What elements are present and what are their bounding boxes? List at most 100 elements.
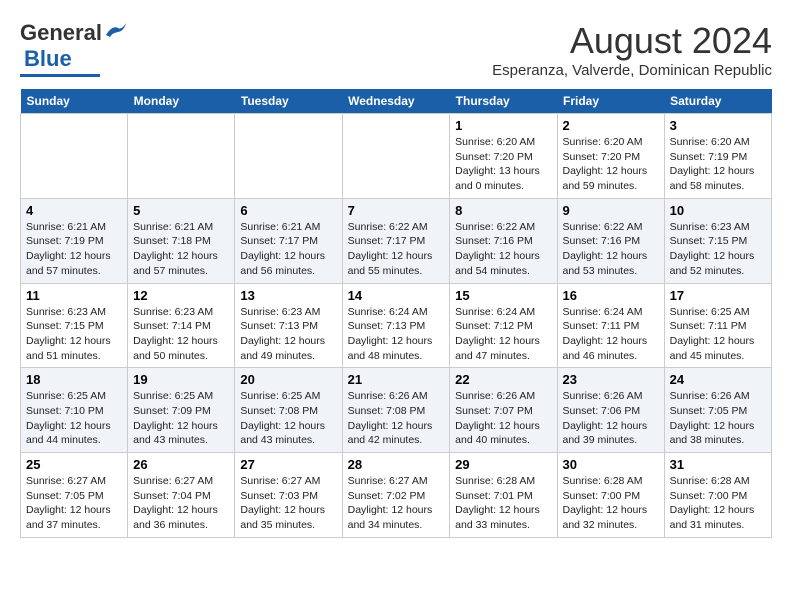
day-cell-27: 27Sunrise: 6:27 AMSunset: 7:03 PMDayligh… (235, 453, 342, 538)
day-info: Sunrise: 6:26 AMSunset: 7:06 PMDaylight:… (563, 389, 659, 448)
calendar-header-row: SundayMondayTuesdayWednesdayThursdayFrid… (21, 89, 772, 114)
day-number: 19 (133, 372, 229, 387)
day-number: 28 (348, 457, 445, 472)
day-cell-26: 26 Sunrise: 6:27 AMSunset: 7:04 PMDayligh… (128, 453, 235, 538)
day-number: 13 (240, 288, 336, 303)
empty-cell (128, 114, 235, 199)
month-year-title: August 2024 (492, 20, 772, 62)
day-cell-4: 4 Sunrise: 6:21 AMSunset: 7:19 PMDaylight… (21, 198, 128, 283)
day-cell-3: 3 Sunrise: 6:20 AMSunset: 7:19 PMDaylight… (664, 114, 771, 199)
day-cell-24: 24 Sunrise: 6:26 AMSunset: 7:05 PMDayligh… (664, 368, 771, 453)
day-cell-20: 20 Sunrise: 6:25 AMSunset: 7:08 PMDayligh… (235, 368, 342, 453)
day-info: Sunrise: 6:27 AMSunset: 7:05 PMDaylight:… (26, 474, 122, 533)
day-cell-11: 11Sunrise: 6:23 AMSunset: 7:15 PMDayligh… (21, 283, 128, 368)
header-thursday: Thursday (450, 89, 557, 114)
header-friday: Friday (557, 89, 664, 114)
day-cell-5: 5Sunrise: 6:21 AMSunset: 7:18 PMDaylight… (128, 198, 235, 283)
day-number: 17 (670, 288, 766, 303)
day-info: Sunrise: 6:20 AMSunset: 7:19 PMDaylight:… (670, 135, 766, 194)
day-number: 1 (455, 118, 551, 133)
day-info: Sunrise: 6:28 AMSunset: 7:01 PMDaylight:… (455, 474, 551, 533)
day-cell-25: 25 Sunrise: 6:27 AMSunset: 7:05 PMDayligh… (21, 453, 128, 538)
day-info: Sunrise: 6:21 AMSunset: 7:17 PMDaylight:… (240, 220, 336, 279)
day-info: Sunrise: 6:27 AMSunset: 7:04 PMDaylight:… (133, 474, 229, 533)
day-number: 23 (563, 372, 659, 387)
title-area: August 2024 Esperanza, Valverde, Dominic… (492, 20, 772, 79)
day-cell-1: 1 Sunrise: 6:20 AMSunset: 7:20 PMDaylight… (450, 114, 557, 199)
day-number: 26 (133, 457, 229, 472)
day-cell-18: 18Sunrise: 6:25 AMSunset: 7:10 PMDayligh… (21, 368, 128, 453)
day-number: 11 (26, 288, 122, 303)
day-cell-15: 15Sunrise: 6:24 AMSunset: 7:12 PMDayligh… (450, 283, 557, 368)
day-cell-13: 13 Sunrise: 6:23 AMSunset: 7:13 PMDayligh… (235, 283, 342, 368)
logo-underline (20, 74, 100, 77)
day-info: Sunrise: 6:25 AMSunset: 7:10 PMDaylight:… (26, 389, 122, 448)
day-info: Sunrise: 6:28 AMSunset: 7:00 PMDaylight:… (563, 474, 659, 533)
day-info: Sunrise: 6:24 AMSunset: 7:12 PMDaylight:… (455, 305, 551, 364)
header-saturday: Saturday (664, 89, 771, 114)
week-row-4: 18Sunrise: 6:25 AMSunset: 7:10 PMDayligh… (21, 368, 772, 453)
page-header: General Blue August 2024 Esperanza, Valv… (20, 20, 772, 79)
day-number: 9 (563, 203, 659, 218)
day-number: 10 (670, 203, 766, 218)
header-monday: Monday (128, 89, 235, 114)
empty-cell (235, 114, 342, 199)
day-cell-29: 29 Sunrise: 6:28 AMSunset: 7:01 PMDayligh… (450, 453, 557, 538)
day-info: Sunrise: 6:24 AMSunset: 7:13 PMDaylight:… (348, 305, 445, 364)
day-cell-22: 22Sunrise: 6:26 AMSunset: 7:07 PMDayligh… (450, 368, 557, 453)
day-info: Sunrise: 6:22 AMSunset: 7:17 PMDaylight:… (348, 220, 445, 279)
day-cell-23: 23 Sunrise: 6:26 AMSunset: 7:06 PMDayligh… (557, 368, 664, 453)
day-number: 2 (563, 118, 659, 133)
day-info: Sunrise: 6:28 AMSunset: 7:00 PMDaylight:… (670, 474, 766, 533)
week-row-5: 25 Sunrise: 6:27 AMSunset: 7:05 PMDayligh… (21, 453, 772, 538)
day-cell-16: 16 Sunrise: 6:24 AMSunset: 7:11 PMDayligh… (557, 283, 664, 368)
day-number: 20 (240, 372, 336, 387)
day-number: 16 (563, 288, 659, 303)
location-subtitle: Esperanza, Valverde, Dominican Republic (492, 62, 772, 79)
day-number: 27 (240, 457, 336, 472)
day-info: Sunrise: 6:21 AMSunset: 7:19 PMDaylight:… (26, 220, 122, 279)
day-cell-7: 7 Sunrise: 6:22 AMSunset: 7:17 PMDaylight… (342, 198, 450, 283)
day-info: Sunrise: 6:24 AMSunset: 7:11 PMDaylight:… (563, 305, 659, 364)
day-cell-12: 12Sunrise: 6:23 AMSunset: 7:14 PMDayligh… (128, 283, 235, 368)
day-info: Sunrise: 6:25 AMSunset: 7:09 PMDaylight:… (133, 389, 229, 448)
header-tuesday: Tuesday (235, 89, 342, 114)
day-info: Sunrise: 6:23 AMSunset: 7:13 PMDaylight:… (240, 305, 336, 364)
day-number: 7 (348, 203, 445, 218)
calendar-table: SundayMondayTuesdayWednesdayThursdayFrid… (20, 89, 772, 538)
header-wednesday: Wednesday (342, 89, 450, 114)
day-cell-2: 2 Sunrise: 6:20 AMSunset: 7:20 PMDaylight… (557, 114, 664, 199)
day-info: Sunrise: 6:20 AMSunset: 7:20 PMDaylight:… (563, 135, 659, 194)
empty-cell (342, 114, 450, 199)
week-row-1: 1 Sunrise: 6:20 AMSunset: 7:20 PMDaylight… (21, 114, 772, 199)
day-number: 24 (670, 372, 766, 387)
logo-blue: Blue (24, 46, 72, 72)
day-number: 29 (455, 457, 551, 472)
day-cell-9: 9 Sunrise: 6:22 AMSunset: 7:16 PMDaylight… (557, 198, 664, 283)
day-info: Sunrise: 6:27 AMSunset: 7:02 PMDaylight:… (348, 474, 445, 533)
day-info: Sunrise: 6:26 AMSunset: 7:05 PMDaylight:… (670, 389, 766, 448)
day-info: Sunrise: 6:22 AMSunset: 7:16 PMDaylight:… (563, 220, 659, 279)
week-row-3: 11Sunrise: 6:23 AMSunset: 7:15 PMDayligh… (21, 283, 772, 368)
day-number: 14 (348, 288, 445, 303)
day-number: 4 (26, 203, 122, 218)
day-number: 25 (26, 457, 122, 472)
day-cell-10: 10 Sunrise: 6:23 AMSunset: 7:15 PMDayligh… (664, 198, 771, 283)
day-cell-28: 28 Sunrise: 6:27 AMSunset: 7:02 PMDayligh… (342, 453, 450, 538)
day-info: Sunrise: 6:20 AMSunset: 7:20 PMDaylight:… (455, 135, 551, 194)
logo: General Blue (20, 20, 126, 77)
day-number: 31 (670, 457, 766, 472)
day-info: Sunrise: 6:26 AMSunset: 7:08 PMDaylight:… (348, 389, 445, 448)
day-number: 8 (455, 203, 551, 218)
day-number: 21 (348, 372, 445, 387)
day-info: Sunrise: 6:21 AMSunset: 7:18 PMDaylight:… (133, 220, 229, 279)
day-cell-6: 6Sunrise: 6:21 AMSunset: 7:17 PMDaylight… (235, 198, 342, 283)
day-info: Sunrise: 6:23 AMSunset: 7:15 PMDaylight:… (670, 220, 766, 279)
day-cell-14: 14 Sunrise: 6:24 AMSunset: 7:13 PMDayligh… (342, 283, 450, 368)
day-number: 3 (670, 118, 766, 133)
day-number: 30 (563, 457, 659, 472)
header-sunday: Sunday (21, 89, 128, 114)
day-cell-19: 19 Sunrise: 6:25 AMSunset: 7:09 PMDayligh… (128, 368, 235, 453)
day-info: Sunrise: 6:25 AMSunset: 7:08 PMDaylight:… (240, 389, 336, 448)
day-cell-21: 21 Sunrise: 6:26 AMSunset: 7:08 PMDayligh… (342, 368, 450, 453)
